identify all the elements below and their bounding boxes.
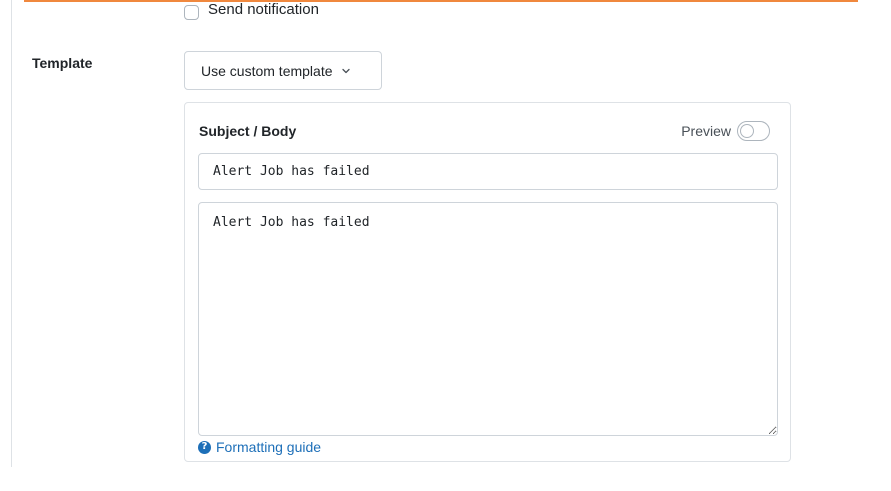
subject-body-label: Subject / Body: [199, 123, 297, 139]
left-border: [11, 0, 12, 467]
chevron-down-icon: [341, 68, 350, 73]
question-circle-icon: ?: [198, 440, 211, 454]
formatting-guide-link[interactable]: ? Formatting guide: [198, 439, 321, 455]
preview-toggle-knob: [740, 124, 754, 138]
accent-bar: [24, 0, 858, 2]
template-dropdown[interactable]: Use custom template: [184, 51, 382, 90]
send-notification-row[interactable]: Send notification: [184, 0, 319, 20]
subject-input[interactable]: [198, 153, 778, 190]
send-notification-label: Send notification: [208, 1, 319, 18]
preview-toggle[interactable]: [737, 121, 770, 141]
template-dropdown-value: Use custom template: [201, 62, 333, 79]
template-editor-card: Subject / Body Preview Alert Job has fai…: [184, 102, 791, 462]
body-textarea[interactable]: Alert Job has failed: [198, 202, 778, 436]
preview-label: Preview: [681, 123, 731, 139]
template-label: Template: [32, 55, 93, 71]
formatting-guide-label: Formatting guide: [216, 439, 322, 455]
send-notification-checkbox[interactable]: [184, 4, 199, 20]
preview-control[interactable]: Preview: [681, 121, 770, 141]
